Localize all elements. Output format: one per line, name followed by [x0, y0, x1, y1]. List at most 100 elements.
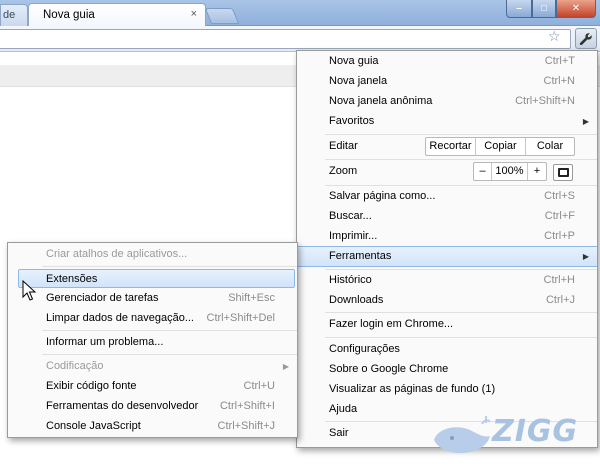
menu-item-shortcut: Ctrl+Shift+I — [219, 400, 275, 412]
menu-item-settings[interactable]: Configurações — [297, 340, 597, 359]
menu-item-label: Downloads — [329, 294, 384, 306]
menu-item-label: Nova janela anônima — [329, 95, 433, 107]
cut-button[interactable]: Recortar — [426, 138, 476, 155]
menu-item-label: Exibir código fonte — [46, 380, 137, 392]
wrench-menu-button[interactable] — [575, 28, 597, 49]
menu-row-zoom: Zoom – 100% + — [297, 162, 597, 181]
submenu-item-encoding: Codificação ▶ — [8, 357, 297, 376]
tab-previous-label: de — [3, 9, 16, 21]
menu-separator — [42, 354, 297, 355]
fullscreen-icon — [557, 168, 569, 177]
menu-item-shortcut: Ctrl+U — [243, 380, 275, 392]
menu-item-shortcut: Ctrl+S — [544, 190, 575, 202]
menu-item-history[interactable]: Histórico Ctrl+H — [297, 271, 597, 290]
menu-item-label: Buscar... — [329, 210, 372, 222]
tab-previous[interactable]: de — [0, 4, 28, 26]
zoom-level: 100% — [492, 163, 528, 180]
menu-separator — [325, 159, 597, 160]
menu-item-shortcut: Ctrl+P — [544, 230, 575, 242]
menu-item-label: Editar — [329, 140, 358, 152]
menu-item-label: Imprimir... — [329, 230, 378, 242]
menu-item-label: Ferramentas — [329, 250, 392, 262]
menu-item-label: Zoom — [329, 165, 358, 177]
zoom-button-group: – 100% + — [473, 162, 547, 181]
menu-item-about[interactable]: Sobre o Google Chrome — [297, 360, 597, 379]
paste-button[interactable]: Colar — [526, 138, 574, 155]
submenu-arrow-icon: ▶ — [582, 252, 589, 261]
tab-nova-guia[interactable]: Nova guia × — [28, 3, 206, 27]
menu-item-bookmarks[interactable]: Favoritos ▶ — [297, 112, 597, 131]
menu-row-edit: Editar Recortar Copiar Colar — [297, 137, 597, 156]
menu-item-shortcut: Shift+Esc — [228, 292, 275, 304]
zoom-out-button[interactable]: – — [474, 163, 492, 180]
menu-item-shortcut: Ctrl+H — [543, 274, 575, 286]
fullscreen-button[interactable] — [553, 164, 573, 181]
close-tab-icon[interactable]: × — [191, 8, 197, 20]
menu-item-new-incognito[interactable]: Nova janela anônima Ctrl+Shift+N — [297, 92, 597, 111]
submenu-arrow-icon: ▶ — [282, 362, 289, 371]
menu-item-shortcut: Ctrl+Shift+N — [515, 95, 575, 107]
menu-item-label: Limpar dados de navegação... — [46, 312, 194, 324]
menu-item-label: Criar atalhos de aplicativos... — [46, 248, 188, 260]
wrench-icon — [579, 32, 592, 45]
copy-button[interactable]: Copiar — [476, 138, 526, 155]
menu-item-label: Codificação — [46, 360, 104, 372]
menu-item-label: Favoritos — [329, 115, 375, 127]
menu-item-new-window[interactable]: Nova janela Ctrl+N — [297, 72, 597, 91]
zoom-in-button[interactable]: + — [528, 163, 546, 180]
menu-item-find[interactable]: Buscar... Ctrl+F — [297, 207, 597, 226]
close-window-icon[interactable]: ✕ — [556, 0, 596, 18]
menu-item-label: Salvar página como... — [329, 190, 436, 202]
submenu-arrow-icon: ▶ — [582, 117, 589, 126]
title-bar: de Nova guia × – □ ✕ — [0, 0, 600, 27]
menu-separator — [42, 266, 297, 267]
submenu-item-clear-data[interactable]: Limpar dados de navegação... Ctrl+Shift+… — [8, 309, 297, 328]
new-tab-button[interactable] — [204, 8, 240, 24]
menu-item-print[interactable]: Imprimir... Ctrl+P — [297, 227, 597, 246]
tab-title: Nova guia — [43, 9, 95, 21]
menu-item-shortcut: Ctrl+F — [544, 210, 575, 222]
menu-item-tools[interactable]: Ferramentas ▶ — [297, 246, 597, 267]
menu-item-save-page[interactable]: Salvar página como... Ctrl+S — [297, 187, 597, 206]
toolbar: ☆ — [0, 26, 600, 52]
submenu-item-view-source[interactable]: Exibir código fonte Ctrl+U — [8, 377, 297, 396]
menu-item-label: Histórico — [329, 274, 372, 286]
watermark-text: ZIGG — [492, 414, 579, 449]
whale-logo-icon — [434, 416, 491, 454]
submenu-item-task-manager[interactable]: Gerenciador de tarefas Shift+Esc — [8, 289, 297, 308]
tools-submenu: Criar atalhos de aplicativos... Extensõe… — [7, 242, 298, 438]
menu-item-label: Console JavaScript — [46, 420, 141, 432]
submenu-item-js-console[interactable]: Console JavaScript Ctrl+Shift+J — [8, 417, 297, 436]
menu-separator — [325, 337, 597, 338]
menu-item-label: Sair — [329, 427, 349, 439]
menu-item-label: Ferramentas do desenvolvedor — [46, 400, 199, 412]
menu-item-background-pages[interactable]: Visualizar as páginas de fundo (1) — [297, 380, 597, 399]
menu-item-sign-in[interactable]: Fazer login em Chrome... — [297, 315, 597, 334]
window-controls: – □ ✕ — [506, 0, 596, 18]
menu-item-new-tab[interactable]: Nova guia Ctrl+T — [297, 52, 597, 71]
menu-item-label: Ajuda — [329, 403, 358, 415]
maximize-icon[interactable]: □ — [532, 0, 556, 18]
menu-item-shortcut: Ctrl+Shift+J — [217, 420, 275, 432]
submenu-item-extensions[interactable]: Extensões — [18, 269, 295, 288]
menu-item-downloads[interactable]: Downloads Ctrl+J — [297, 291, 597, 310]
bookmark-star-icon[interactable]: ☆ — [548, 28, 561, 45]
menu-item-label: Nova janela — [329, 75, 388, 87]
minimize-icon[interactable]: – — [506, 0, 532, 18]
menu-item-shortcut: Ctrl+J — [545, 294, 575, 306]
submenu-item-dev-tools[interactable]: Ferramentas do desenvolvedor Ctrl+Shift+… — [8, 397, 297, 416]
menu-item-label: Configurações — [329, 343, 400, 355]
menu-item-label: Extensões — [46, 273, 98, 285]
menu-item-shortcut: Ctrl+N — [543, 75, 575, 87]
menu-item-label: Informar um problema... — [46, 336, 164, 348]
menu-separator — [325, 312, 597, 313]
submenu-item-report-issue[interactable]: Informar um problema... — [8, 333, 297, 352]
watermark-logo: ZIGG — [430, 410, 600, 465]
menu-item-label: Fazer login em Chrome... — [329, 318, 454, 330]
menu-item-label: Nova guia — [329, 55, 379, 67]
menu-item-label: Sobre o Google Chrome — [329, 363, 449, 375]
mouse-cursor-icon — [22, 280, 37, 301]
wrench-menu: Nova guia Ctrl+T Nova janela Ctrl+N Nova… — [296, 50, 598, 448]
menu-item-shortcut: Ctrl+T — [544, 55, 575, 67]
address-bar[interactable] — [0, 29, 571, 49]
